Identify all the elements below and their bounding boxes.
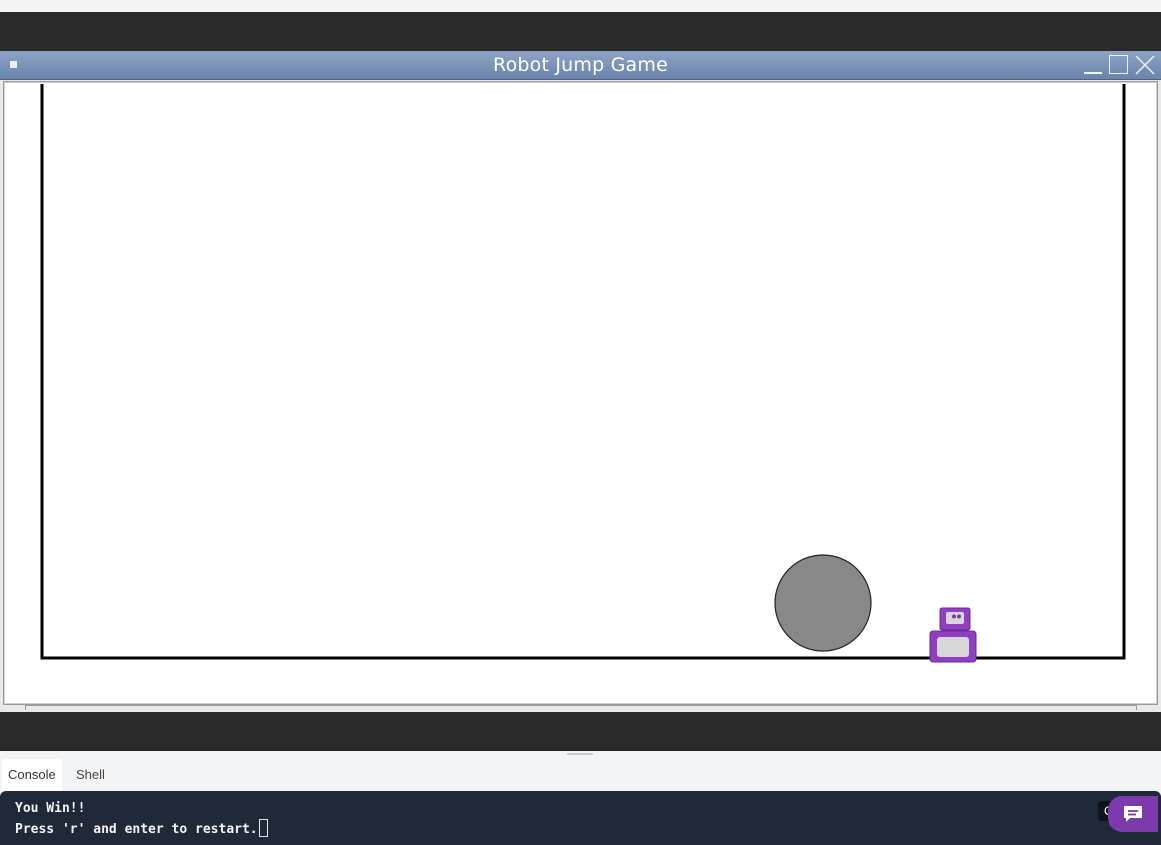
chat-icon (1124, 806, 1142, 822)
robot-eye-right (957, 614, 961, 619)
chat-button[interactable] (1108, 796, 1158, 832)
console-tabs: Console Shell (0, 759, 1161, 791)
panel-resize-handle[interactable] (567, 753, 593, 755)
game-canvas[interactable] (3, 81, 1158, 705)
robot-player (929, 607, 977, 663)
top-dark-band (0, 12, 1161, 51)
minimize-icon[interactable] (1083, 55, 1103, 75)
close-icon[interactable] (1135, 55, 1155, 75)
window-bottom-frame (25, 705, 1137, 710)
text-cursor (258, 819, 268, 837)
arena-walls (40, 84, 1126, 660)
window-title: Robot Jump Game (493, 54, 668, 76)
tab-shell[interactable]: Shell (70, 759, 111, 791)
tab-console[interactable]: Console (2, 759, 62, 791)
console-line-text: You Win!! (15, 801, 86, 816)
console-line: You Win!! (15, 801, 85, 816)
bottom-dark-band (0, 712, 1161, 751)
window-titlebar[interactable]: Robot Jump Game (0, 51, 1161, 80)
maximize-icon[interactable] (1109, 55, 1129, 75)
console-line: Press 'r' and enter to restart. (15, 819, 268, 837)
console-line-text: Press 'r' and enter to restart. (15, 822, 258, 837)
game-window: Robot Jump Game (0, 51, 1161, 712)
console-output[interactable]: You Win!! Press 'r' and enter to restart… (0, 791, 1161, 845)
ball (774, 554, 872, 652)
robot-panel (937, 637, 969, 657)
game-scene (40, 84, 1126, 663)
robot-eye-left (952, 614, 956, 619)
